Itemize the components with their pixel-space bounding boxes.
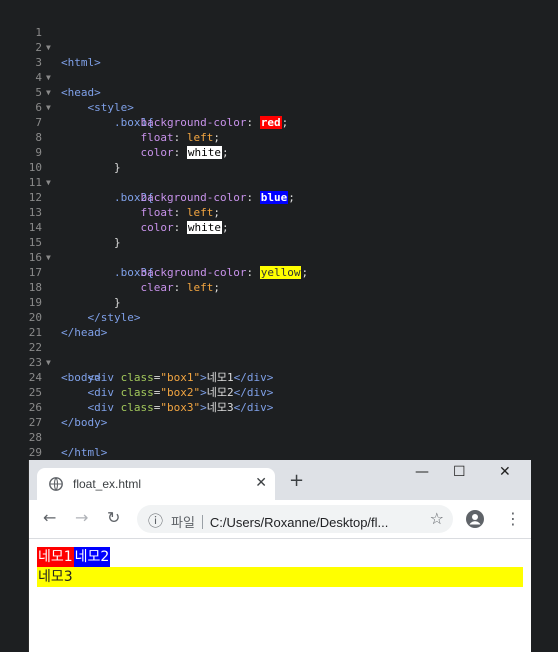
box3: 네모3 bbox=[37, 567, 523, 587]
bookmark-star-icon[interactable]: ☆ bbox=[430, 509, 444, 528]
omnibox-text: 파일 C:/Users/Roxanne/Desktop/fl... bbox=[171, 512, 388, 531]
code-line: 3 ▼ <head> bbox=[0, 40, 558, 99]
code-line: 9 } bbox=[0, 130, 558, 174]
code-line: 4 ▼ <style> bbox=[0, 55, 558, 114]
code-line: 8 color: white; bbox=[0, 115, 558, 159]
code-line: 12 float: left; bbox=[0, 175, 558, 219]
code-line: 28 </html> bbox=[0, 415, 558, 459]
omnibox-divider bbox=[201, 515, 203, 529]
code-line: 11 background-color: blue; bbox=[0, 160, 558, 204]
url-text: C:/Users/Roxanne/Desktop/fl... bbox=[209, 515, 389, 530]
code-line: 17 clear: left; bbox=[0, 250, 558, 294]
back-button[interactable]: ← bbox=[43, 508, 56, 527]
code-line: 2 bbox=[0, 25, 558, 54]
close-window-button[interactable]: ✕ bbox=[499, 464, 511, 480]
page-content: 네모1 네모2 네모3 bbox=[29, 539, 531, 652]
forward-button[interactable]: → bbox=[75, 508, 88, 527]
code-line: 14 } bbox=[0, 205, 558, 249]
code-line: 1 ▼ <html> bbox=[0, 10, 558, 69]
rendered-page: 네모1 네모2 네모3 bbox=[37, 547, 523, 587]
code-line: 27 bbox=[0, 400, 558, 429]
code-line: 19 </style> bbox=[0, 280, 558, 324]
code-line: 18 } bbox=[0, 265, 558, 309]
code-line: 7 float: left; bbox=[0, 100, 558, 144]
code-line: 15 ▼ .box3{ bbox=[0, 220, 558, 279]
code-line: 13 color: white; bbox=[0, 190, 558, 234]
code-line: 10 ▼ .box2{ bbox=[0, 145, 558, 204]
account-avatar[interactable] bbox=[466, 510, 484, 532]
tab-close-icon[interactable]: ✕ bbox=[255, 475, 267, 491]
code-line: 6 background-color: red; bbox=[0, 85, 558, 129]
maximize-button[interactable]: ☐ bbox=[453, 464, 466, 480]
code-line: 25 <div class="box3">네모3</div> bbox=[0, 370, 558, 414]
tab-title: float_ex.html bbox=[73, 477, 142, 491]
code-line: 16 background-color: yellow; bbox=[0, 235, 558, 279]
line-number: 29 bbox=[28, 446, 42, 459]
code-line: 26 </body> bbox=[0, 385, 558, 429]
code-line: 23 <div class="box1">네모1</div> bbox=[0, 340, 558, 384]
browser-toolbar: ← → ↻ ⓘ 파일 C:/Users/Roxanne/Desktop/fl...… bbox=[29, 500, 531, 539]
code-line: 5 ▼ .box1{ bbox=[0, 70, 558, 129]
code-token: </html> bbox=[61, 446, 108, 459]
globe-icon bbox=[49, 476, 63, 495]
menu-icon[interactable]: ⋮ bbox=[505, 509, 521, 528]
title-bar[interactable]: float_ex.html ✕ + — ☐ ✕ bbox=[29, 460, 531, 500]
reload-button[interactable]: ↻ bbox=[107, 508, 120, 527]
new-tab-button[interactable]: + bbox=[289, 470, 304, 491]
code-editor[interactable]: 1 ▼ <html> 2 3 ▼ <head> 4 ▼ <style> 5 ▼ … bbox=[0, 0, 558, 459]
browser-window: float_ex.html ✕ + — ☐ ✕ ← → ↻ ⓘ 파일 C:/Use… bbox=[28, 460, 531, 652]
code-line: 21 bbox=[0, 310, 558, 339]
code-line: 20 </head> bbox=[0, 295, 558, 339]
omnibox-scheme-label: 파일 bbox=[171, 515, 195, 530]
info-icon[interactable]: ⓘ bbox=[148, 510, 163, 531]
code-line: 24 <div class="box2">네모2</div> bbox=[0, 355, 558, 399]
minimize-button[interactable]: — bbox=[415, 464, 429, 480]
address-bar[interactable]: ⓘ 파일 C:/Users/Roxanne/Desktop/fl... ☆ bbox=[137, 505, 453, 533]
tab-float-ex[interactable]: float_ex.html ✕ bbox=[37, 468, 275, 500]
code-line: 29 bbox=[0, 430, 558, 459]
code-line: 22 ▼ <body> bbox=[0, 325, 558, 384]
box1: 네모1 bbox=[37, 547, 74, 567]
box2: 네모2 bbox=[73, 547, 111, 567]
